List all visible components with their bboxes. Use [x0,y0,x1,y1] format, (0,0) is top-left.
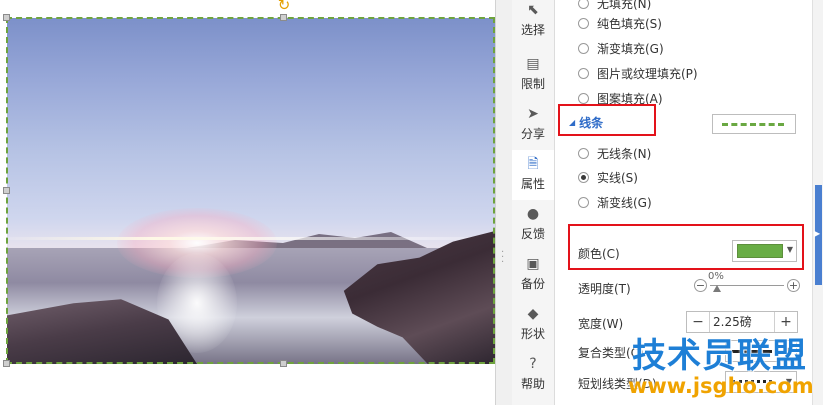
side-tab-share[interactable]: ➤ 分享 [512,100,554,150]
transparency-value: 0% [708,271,724,282]
line-color-picker[interactable]: ▼ [732,240,797,262]
side-tab-backup[interactable]: ▣ 备份 [512,250,554,300]
fill-option-label: 无填充(N) [597,0,652,11]
fill-option-label: 图片或纹理填充(P) [597,66,698,81]
width-increase-button[interactable]: + [774,312,797,332]
line-option-label: 渐变线(G) [597,195,652,210]
side-tab-label: 备份 [520,277,545,291]
selected-picture-sunrise-seascape[interactable] [7,18,495,364]
help-question-icon: ? [529,356,537,372]
fill-option-label: 纯色填充(S) [597,16,662,31]
picture-horizon-light [7,237,495,240]
transparency-label: 透明度(T) [578,282,631,296]
side-tab-help[interactable]: ? 帮助 [512,350,554,400]
fill-option-solid[interactable]: 纯色填充(S) [578,14,662,32]
slider-knob[interactable] [713,285,721,292]
panel-scrollbar[interactable]: ▶ [812,0,823,405]
slider-track[interactable] [710,285,784,286]
side-tab-strip: ⬉ 选择 ▤ 限制 ➤ 分享 🗎 属性 ● 反馈 ▣ 备份 ◆ 形状 ? 帮助 [512,0,555,405]
radio-button[interactable] [578,92,589,104]
fill-option-gradient[interactable]: 渐变填充(G) [578,39,664,57]
color-label: 颜色(C) [578,247,620,261]
document-canvas: ↻ [0,0,495,405]
chevron-down-icon: ▼ [785,346,792,355]
width-decrease-button[interactable]: − [687,312,710,332]
dash-type-label: 短划线类型(D) [578,377,657,391]
resize-handle-top-left[interactable] [3,14,10,21]
side-tab-restrict[interactable]: ▤ 限制 [512,50,554,100]
radio-button[interactable] [578,196,589,208]
plus-circle-icon[interactable]: + [787,279,800,292]
fill-option-picture[interactable]: 图片或纹理填充(P) [578,64,698,82]
radio-button[interactable] [578,0,589,9]
highlight-box-line-section [558,104,656,136]
side-tab-label: 反馈 [520,227,545,241]
compound-line-sample [732,350,772,353]
side-tab-label: 限制 [520,77,545,91]
chevron-down-icon: ▼ [785,377,792,386]
line-option-label: 实线(S) [597,170,638,185]
shape-icon: ◆ [527,306,539,322]
radio-button[interactable] [578,147,589,159]
select-arrow-icon: ⬉ [527,2,539,18]
transparency-slider[interactable]: − 0% + [694,271,800,297]
resize-handle-middle-left[interactable] [3,187,10,194]
side-tab-select[interactable]: ⬉ 选择 [512,0,554,50]
line-option-gradient[interactable]: 渐变线(G) [578,193,652,211]
width-label: 宽度(W) [578,317,624,331]
side-tab-shape[interactable]: ◆ 形状 [512,300,554,350]
compound-type-label: 复合类型(C) [578,346,644,360]
resize-handle-top-center[interactable] [280,14,287,21]
splitter-grip-icon[interactable]: · · · [501,248,507,268]
side-tab-label: 分享 [520,127,545,141]
resize-handle-bottom-center[interactable] [280,360,287,367]
minus-circle-icon[interactable]: − [694,279,707,292]
width-value[interactable]: 2.25磅 [713,312,775,332]
line-style-preview[interactable] [712,114,796,134]
fill-option-label: 渐变填充(G) [597,41,664,56]
radio-button[interactable] [578,67,589,79]
feedback-chat-icon: ● [526,206,540,222]
restrict-document-icon: ▤ [526,56,540,72]
side-tab-label: 形状 [520,327,545,341]
side-tab-label: 属性 [520,177,545,191]
side-tab-properties[interactable]: 🗎 属性 [512,150,554,200]
panel-splitter[interactable]: · · · [495,0,513,405]
side-tab-label: 帮助 [520,377,545,391]
fill-option-none[interactable]: 无填充(N) [578,0,651,12]
line-option-label: 无线条(N) [597,146,652,161]
dash-type-select[interactable]: ▼ [725,371,797,393]
radio-button[interactable] [578,42,589,54]
radio-button[interactable] [578,17,589,29]
side-tab-label: 选择 [520,23,545,37]
rotate-handle-icon[interactable]: ↻ [276,0,292,13]
line-option-solid[interactable]: 实线(S) [578,168,638,186]
properties-document-icon: 🗎 [527,156,539,172]
properties-panel: 无填充(N) 纯色填充(S) 渐变填充(G) 图片或纹理填充(P) 图案填充(A… [555,0,812,405]
width-stepper[interactable]: − 2.25磅 + [686,311,798,333]
radio-button-checked[interactable] [578,171,589,183]
color-swatch [737,244,783,258]
dashed-line-sample [722,123,784,126]
compound-type-select[interactable]: ▼ [725,340,797,362]
dash-line-sample [732,380,772,383]
expand-arrow-icon[interactable]: ▶ [814,229,820,238]
share-paper-plane-icon: ➤ [527,106,539,122]
resize-handle-bottom-left[interactable] [3,360,10,367]
chevron-down-icon: ▼ [786,245,793,254]
side-tab-feedback[interactable]: ● 反馈 [512,200,554,250]
backup-icon: ▣ [526,256,540,272]
line-option-none[interactable]: 无线条(N) [578,144,651,162]
